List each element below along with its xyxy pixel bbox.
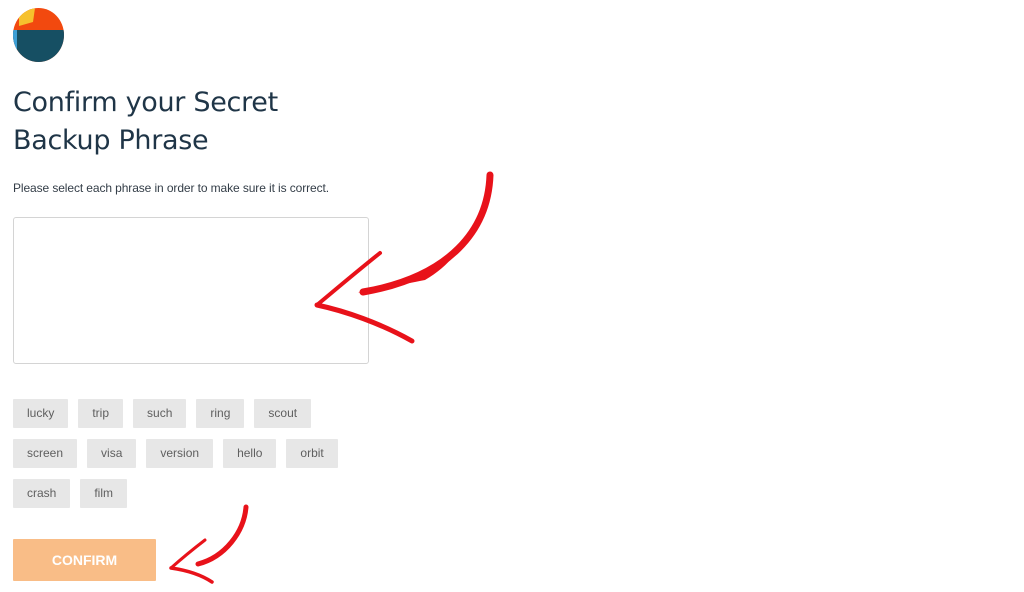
word-chip-such[interactable]: such (133, 399, 187, 428)
instructions-text: Please select each phrase in order to ma… (13, 181, 329, 195)
word-chip-scout[interactable]: scout (254, 399, 312, 428)
page-title: Confirm your Secret Backup Phrase (13, 84, 333, 160)
word-chip-row: screen visa version hello orbit (13, 439, 353, 468)
selected-phrase-box[interactable] (13, 217, 369, 364)
page-title-line-1: Confirm your Secret (13, 87, 278, 118)
word-chip-row: crash film (13, 479, 353, 508)
word-chip-orbit[interactable]: orbit (286, 439, 338, 468)
word-chip-ring[interactable]: ring (196, 399, 245, 428)
word-chip-version[interactable]: version (146, 439, 214, 468)
confirm-button[interactable]: CONFIRM (13, 539, 156, 581)
word-chip-visa[interactable]: visa (87, 439, 137, 468)
metamask-logo-icon (13, 8, 64, 62)
word-chip-trip[interactable]: trip (78, 399, 124, 428)
word-chip-lucky[interactable]: lucky (13, 399, 69, 428)
word-chip-film[interactable]: film (80, 479, 128, 508)
word-chip-list: lucky trip such ring scout screen visa v… (13, 399, 353, 519)
word-chip-crash[interactable]: crash (13, 479, 71, 508)
word-chip-screen[interactable]: screen (13, 439, 78, 468)
word-chip-row: lucky trip such ring scout (13, 399, 353, 428)
page-title-line-2: Backup Phrase (13, 125, 209, 156)
word-chip-hello[interactable]: hello (223, 439, 277, 468)
